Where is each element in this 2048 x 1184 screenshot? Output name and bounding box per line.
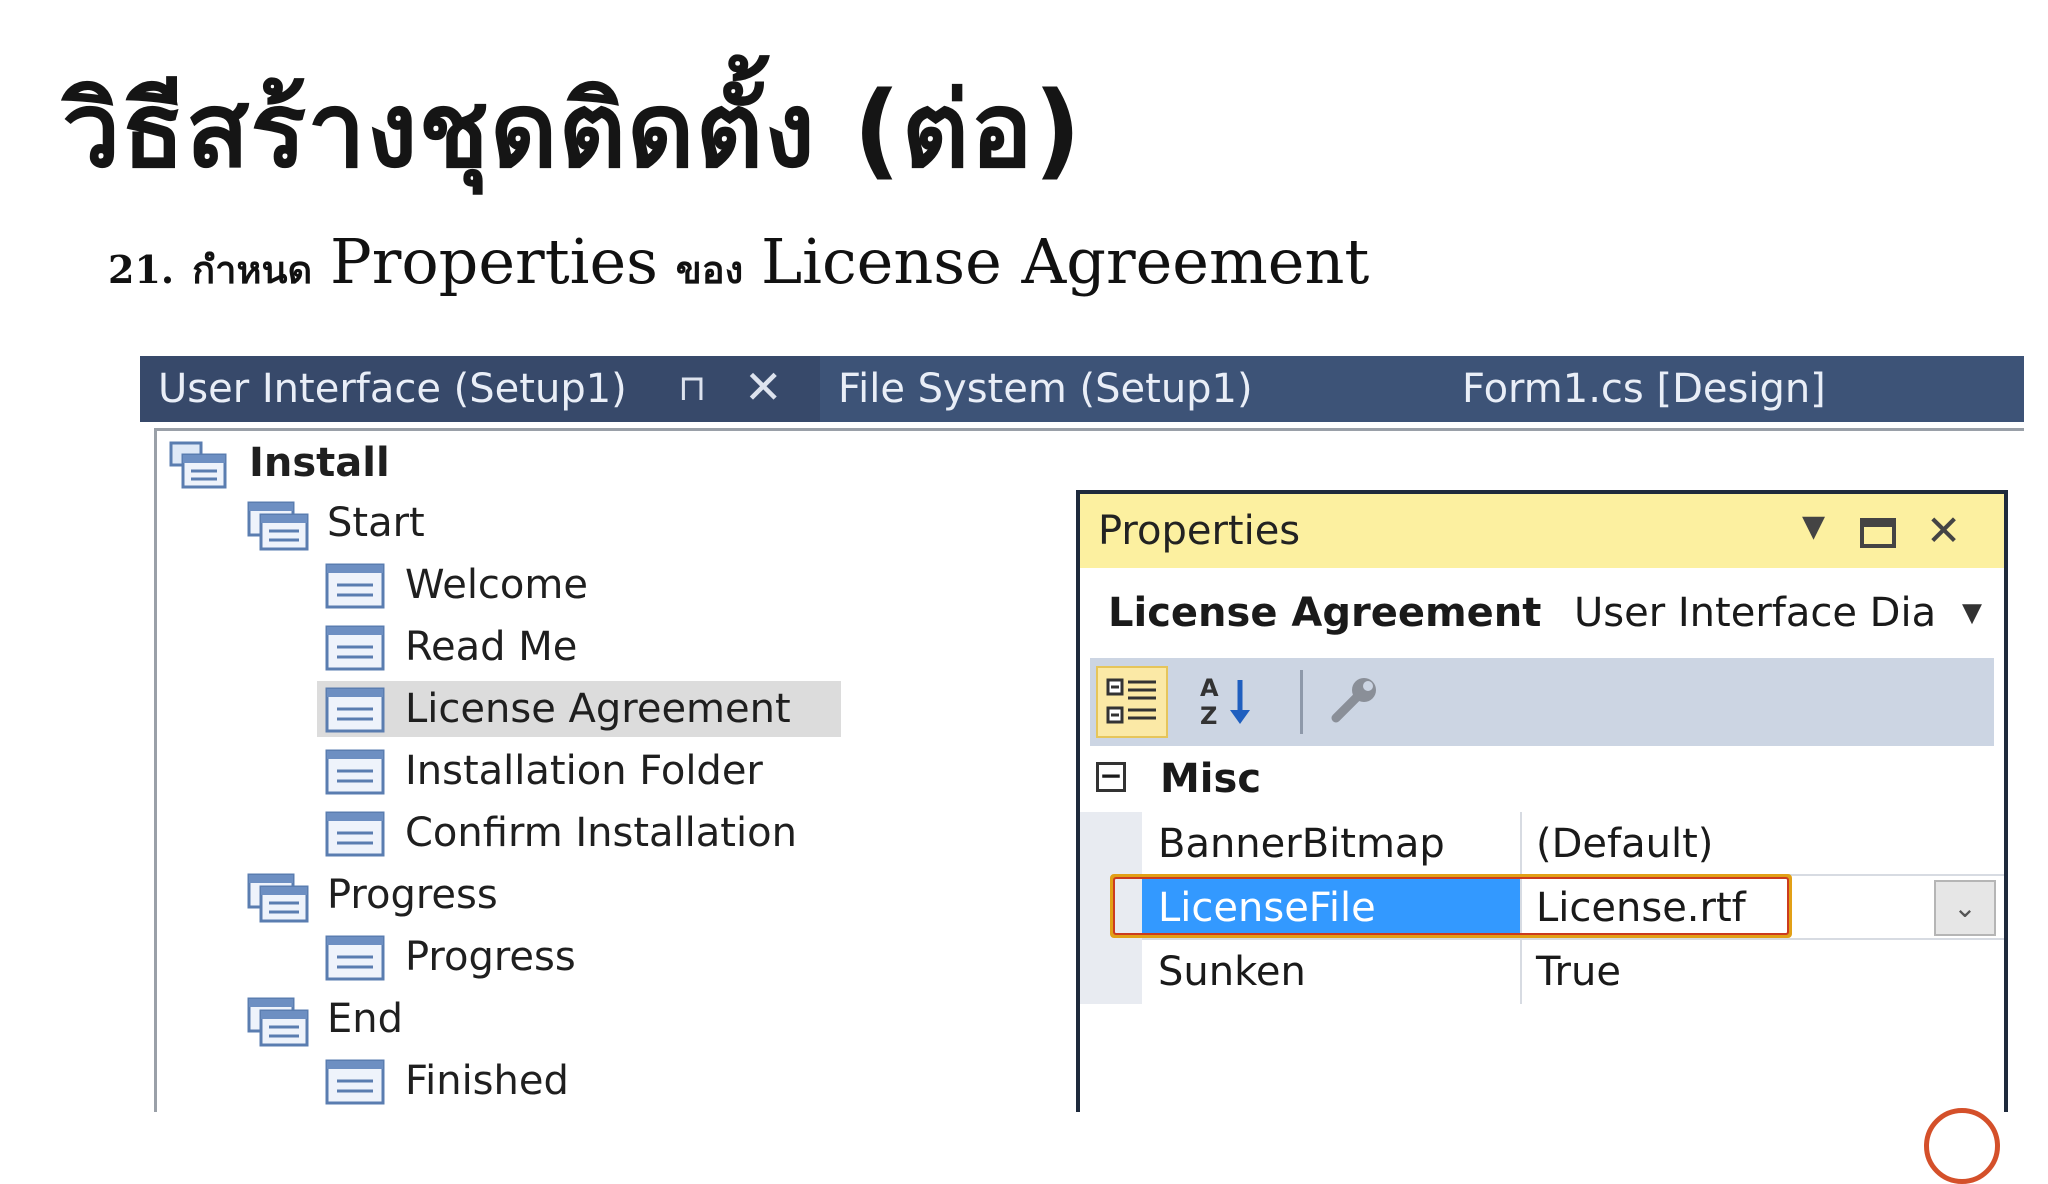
collapse-icon[interactable]: −	[1096, 762, 1126, 792]
row-gutter	[1080, 940, 1142, 1004]
slide-bottom-margin	[0, 1112, 2048, 1152]
categorized-icon	[1098, 678, 1166, 740]
tab-file-system[interactable]: File System (Setup1)	[838, 356, 1253, 422]
tab-user-interface-label: User Interface (Setup1)	[158, 366, 627, 412]
tab-user-interface[interactable]: User Interface (Setup1) ⊓ ✕	[140, 356, 820, 422]
tree-node-label: License Agreement	[405, 686, 791, 732]
tree-node-label: Start	[327, 500, 425, 546]
categorized-button[interactable]	[1096, 666, 1168, 738]
category-misc[interactable]: − Misc	[1080, 746, 2004, 812]
property-name: BannerBitmap	[1158, 821, 1445, 867]
object-name: License Agreement	[1108, 590, 1542, 636]
step-text-license: License Agreement	[760, 225, 1370, 298]
document-tab-bar: User Interface (Setup1) ⊓ ✕ File System …	[140, 356, 2024, 422]
dialog-icon	[325, 811, 385, 872]
tree-node-label: End	[327, 996, 404, 1042]
property-row-bannerbitmap[interactable]: BannerBitmap (Default)	[1080, 812, 2004, 876]
pin-icon[interactable]: ⊓	[678, 356, 706, 422]
dialog-icon	[325, 563, 385, 624]
slide-logo-icon	[1924, 1108, 2000, 1184]
tree-node-label: Install	[249, 440, 390, 486]
tree-node-label: Progress	[327, 872, 498, 918]
sort-az-icon: AZ	[1194, 674, 1262, 738]
tree-node-license-agreement[interactable]: License Agreement	[317, 681, 841, 737]
close-tab-icon[interactable]: ✕	[744, 356, 783, 420]
svg-text:A: A	[1200, 674, 1219, 702]
tab-form-design[interactable]: Form1.cs [Design]	[1462, 356, 1826, 422]
chevron-down-icon[interactable]: ▼	[1962, 568, 1982, 658]
licensefile-highlight	[1110, 874, 1792, 938]
properties-title-bar: Properties ▼ ✕	[1080, 494, 2004, 568]
object-selector[interactable]: License Agreement User Interface Dia ▼	[1080, 568, 2004, 658]
dialog-group-icon	[247, 873, 313, 938]
tree-node-label: Installation Folder	[405, 748, 763, 794]
close-icon[interactable]: ✕	[1926, 494, 1961, 568]
dialog-icon	[325, 1059, 385, 1116]
toolbar-separator	[1300, 670, 1303, 734]
tree-node-label: Read Me	[405, 624, 578, 670]
step-number: 21.	[108, 247, 175, 292]
tree-node-label: Welcome	[405, 562, 588, 608]
tree-node-label: Finished	[405, 1058, 569, 1104]
maximize-icon[interactable]	[1858, 494, 1898, 568]
properties-title: Properties	[1098, 508, 1301, 554]
step-text-properties: Properties	[330, 225, 658, 298]
wrench-icon	[1320, 678, 1388, 738]
setup-tree-icon	[169, 441, 229, 506]
step-subtitle: 21. กำหนด Properties ของ License Agreemen…	[108, 222, 1369, 310]
property-value[interactable]: (Default)	[1522, 812, 2004, 876]
dialog-icon	[325, 749, 385, 810]
dialog-group-icon	[247, 997, 313, 1062]
property-pages-button[interactable]	[1320, 666, 1392, 738]
step-text-of: ของ	[675, 247, 744, 292]
dialog-icon	[325, 687, 385, 748]
svg-text:Z: Z	[1200, 702, 1217, 730]
properties-window: Properties ▼ ✕ License Agreement User In…	[1076, 490, 2008, 1138]
window-menu-dropdown-icon[interactable]: ▼	[1802, 494, 1825, 564]
property-name: Sunken	[1158, 949, 1306, 995]
object-type: User Interface Dia	[1574, 590, 1937, 636]
tree-node-label: Progress	[405, 934, 576, 980]
row-gutter	[1080, 812, 1142, 876]
dialog-icon	[325, 625, 385, 686]
dialog-group-icon	[247, 501, 313, 566]
slide-title: วิธีสร้างชุดติดตั้ง (ต่อ)	[62, 69, 1083, 191]
tree-node-label: Confirm Installation	[405, 810, 797, 856]
dialog-icon	[325, 935, 385, 996]
value-dropdown-button[interactable]: ⌄	[1934, 880, 1996, 936]
property-row-sunken[interactable]: Sunken True	[1080, 940, 2004, 1004]
properties-toolbar: AZ	[1090, 658, 1994, 746]
property-value[interactable]: True	[1522, 940, 2004, 1004]
category-label: Misc	[1160, 756, 1262, 802]
step-text-define: กำหนด	[192, 247, 313, 292]
alphabetical-button[interactable]: AZ	[1194, 666, 1266, 738]
